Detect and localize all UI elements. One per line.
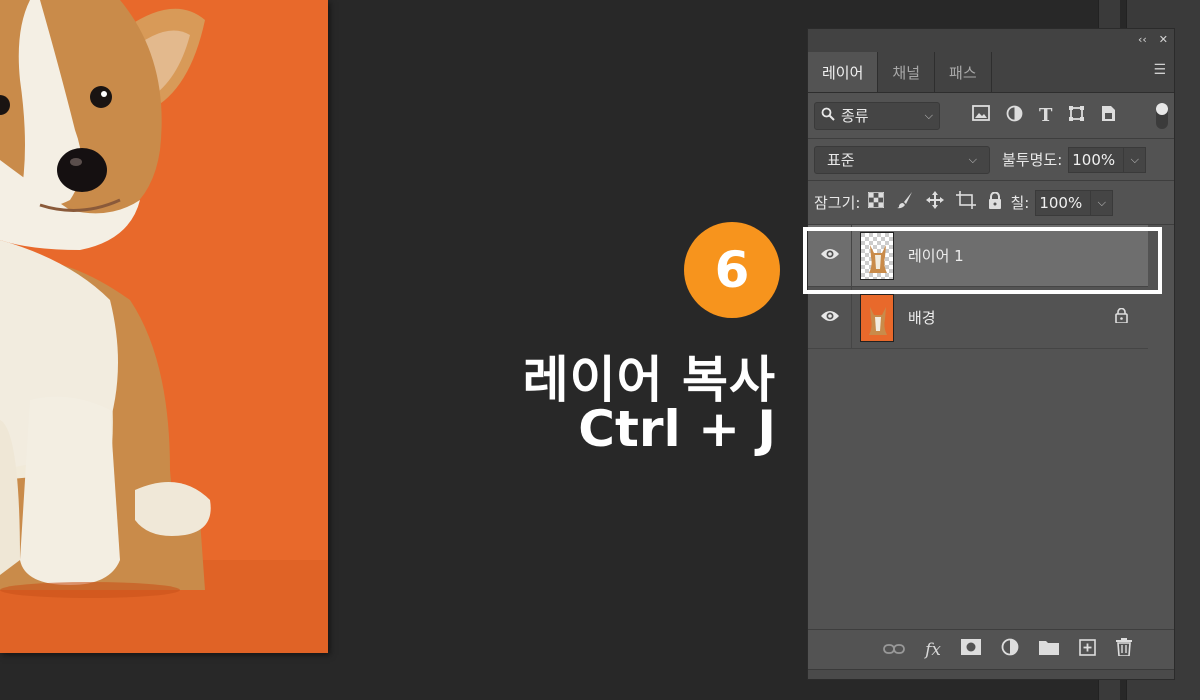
lock-label: 잠그기: [814, 194, 861, 212]
artboard-icon[interactable] [956, 191, 977, 214]
opacity-chevron-icon[interactable]: ⌵ [1124, 146, 1147, 173]
blend-row: 표준 ⌵ 불투명도: 100% ⌵ [808, 139, 1174, 181]
eye-icon [820, 308, 840, 327]
filter-kind-select[interactable]: 종류 ⌵ [814, 101, 940, 130]
blend-mode-value: 표준 [827, 151, 855, 169]
layer-name: 배경 [908, 309, 936, 327]
canvas-image [0, 0, 328, 653]
chevron-down-icon: ⌵ [968, 152, 977, 166]
move-icon[interactable] [926, 191, 945, 214]
close-icon[interactable]: ✕ [1159, 33, 1168, 46]
shape-filter-icon[interactable] [1068, 105, 1085, 127]
fill-input[interactable]: 100% [1035, 189, 1092, 216]
panel-title-bar: ‹‹ ✕ [808, 29, 1174, 49]
filter-icons: T [972, 105, 1116, 127]
smart-object-filter-icon[interactable] [1101, 105, 1116, 127]
adjustment-filter-icon[interactable] [1006, 105, 1023, 127]
step-number-badge: 6 [684, 222, 780, 318]
corgi-photo [0, 0, 328, 653]
lock-transparent-icon[interactable] [867, 191, 886, 213]
layer-thumbnail [860, 293, 894, 342]
tab-label: 채널 [892, 63, 921, 82]
filter-toggle[interactable] [1156, 102, 1168, 129]
tab-channels[interactable]: 채널 [878, 52, 936, 92]
panel-footer: fx [808, 629, 1174, 669]
opacity-input[interactable]: 100% [1068, 146, 1125, 173]
lock-row: 잠그기: 칠: 100% ⌵ [808, 181, 1174, 225]
brush-icon[interactable] [896, 191, 914, 214]
lock-icons [867, 191, 1002, 214]
fill-label: 칠: [1010, 194, 1030, 212]
opacity-label: 불투명도: [1002, 151, 1063, 169]
layers-panel: ‹‹ ✕ 레이어 채널 패스 ☰ 종류 ⌵ T 표준 ⌵ 불투명도: 100% … [807, 28, 1175, 680]
panel-resize-grip[interactable] [808, 669, 1174, 679]
group-folder-icon[interactable] [1039, 639, 1059, 660]
tab-label: 레이어 [822, 63, 864, 82]
panel-tabs: 레이어 채널 패스 ☰ [808, 49, 1174, 93]
chevron-down-icon: ⌵ [924, 108, 933, 122]
lock-icon [1115, 307, 1128, 327]
adjustment-layer-icon[interactable] [1001, 638, 1019, 661]
layer-row[interactable]: 배경 [808, 287, 1148, 349]
panel-menu-icon[interactable]: ☰ [1153, 63, 1166, 77]
double-chevron-left-icon[interactable]: ‹‹ [1138, 33, 1147, 46]
mask-icon[interactable] [961, 639, 981, 660]
visibility-toggle[interactable] [808, 287, 852, 348]
selection-highlight [803, 227, 1162, 294]
fill-chevron-icon[interactable]: ⌵ [1091, 189, 1114, 216]
search-icon [821, 107, 835, 125]
tab-layers[interactable]: 레이어 [808, 52, 879, 92]
blend-mode-select[interactable]: 표준 ⌵ [814, 145, 990, 174]
trash-icon[interactable] [1116, 638, 1132, 661]
fx-icon[interactable]: fx [925, 640, 941, 660]
tab-paths[interactable]: 패스 [935, 52, 992, 92]
filter-row: 종류 ⌵ T [808, 93, 1174, 139]
image-filter-icon[interactable] [972, 105, 990, 126]
type-filter-icon[interactable]: T [1039, 105, 1052, 126]
step-shortcut: Ctrl + J [578, 400, 776, 458]
filter-kind-value: 종류 [841, 107, 869, 125]
tab-label: 패스 [949, 63, 977, 82]
new-layer-icon[interactable] [1079, 638, 1096, 661]
lock-all-icon[interactable] [988, 191, 1002, 214]
link-icon[interactable] [883, 640, 906, 660]
